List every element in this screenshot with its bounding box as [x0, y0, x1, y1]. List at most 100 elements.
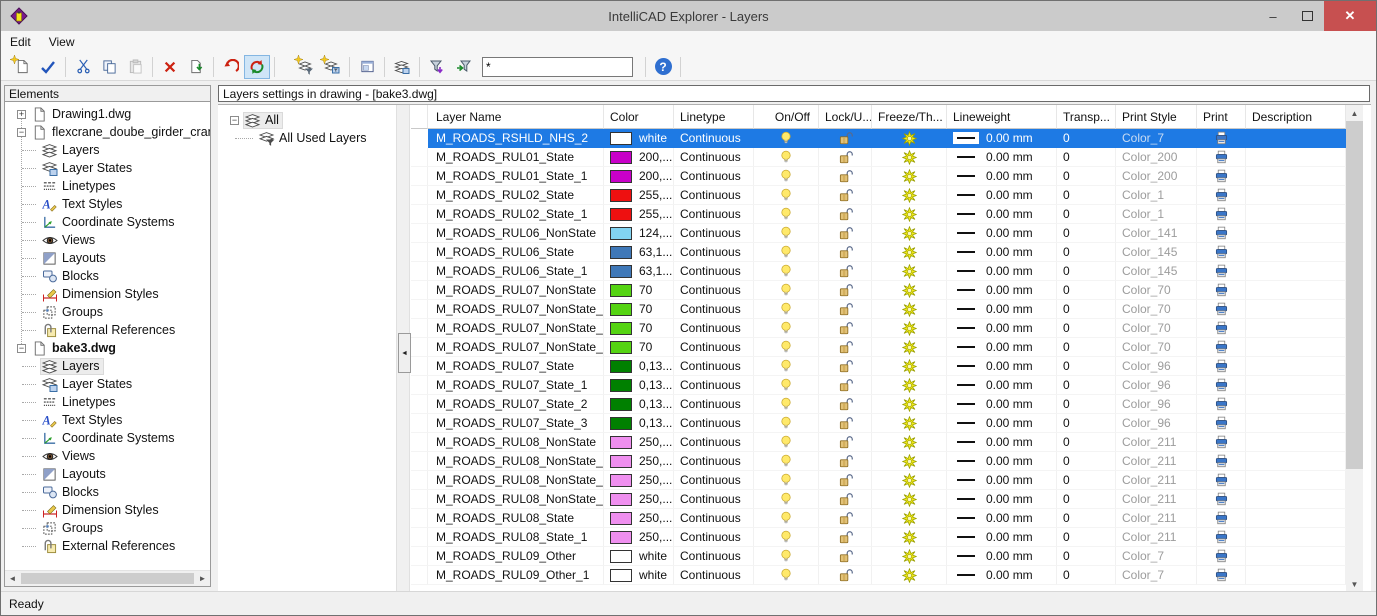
description-cell[interactable] — [1246, 186, 1346, 205]
elements-horizontal-scrollbar[interactable]: ◄ ► — [5, 570, 210, 586]
lock-cell[interactable] — [819, 243, 872, 262]
description-cell[interactable] — [1246, 205, 1346, 224]
lock-cell[interactable] — [819, 471, 872, 490]
filter-tree-item-all[interactable]: −All — [218, 111, 396, 129]
linetype-cell[interactable]: Continuous — [674, 129, 754, 148]
transparency-cell[interactable]: 0 — [1057, 186, 1116, 205]
print-style-cell[interactable]: Color_1 — [1116, 205, 1197, 224]
print-style-cell[interactable]: Color_200 — [1116, 148, 1197, 167]
accept-button[interactable] — [35, 55, 61, 79]
on-off-cell[interactable] — [754, 357, 819, 376]
on-off-cell[interactable] — [754, 319, 819, 338]
layer-row[interactable]: M_ROADS_RSHLD_NHS_2whiteContinuous0.00 m… — [411, 129, 1346, 148]
lineweight-cell[interactable]: 0.00 mm — [947, 547, 1057, 566]
color-cell[interactable]: 70 — [604, 319, 674, 338]
layer-name-cell[interactable]: M_ROADS_RUL07_State_3 — [428, 414, 604, 433]
maximize-button[interactable] — [1290, 1, 1324, 31]
color-cell[interactable]: 250,... — [604, 452, 674, 471]
layer-name-cell[interactable]: M_ROADS_RUL08_NonState_1 — [428, 452, 604, 471]
print-style-cell[interactable]: Color_70 — [1116, 338, 1197, 357]
color-swatch[interactable] — [610, 493, 632, 506]
collapse-icon[interactable]: − — [17, 128, 26, 137]
lock-cell[interactable] — [819, 452, 872, 471]
print-cell[interactable] — [1197, 414, 1246, 433]
lock-cell[interactable] — [819, 129, 872, 148]
linetype-cell[interactable]: Continuous — [674, 300, 754, 319]
layer-name-cell[interactable]: M_ROADS_RUL02_State — [428, 186, 604, 205]
lock-cell[interactable] — [819, 414, 872, 433]
description-cell[interactable] — [1246, 224, 1346, 243]
lock-cell[interactable] — [819, 167, 872, 186]
linetype-cell[interactable]: Continuous — [674, 471, 754, 490]
on-off-cell[interactable] — [754, 395, 819, 414]
print-cell[interactable] — [1197, 357, 1246, 376]
color-swatch[interactable] — [610, 474, 632, 487]
layer-row[interactable]: M_ROADS_RUL07_State0,13...Continuous0.00… — [411, 357, 1346, 376]
tree-item-coordinate-systems[interactable]: Coordinate Systems — [5, 429, 210, 447]
description-cell[interactable] — [1246, 262, 1346, 281]
expand-icon[interactable]: + — [17, 110, 26, 119]
collapse-panel-button[interactable]: ◄ — [398, 333, 411, 373]
tree-item-drawing[interactable]: −bake3.dwg — [5, 339, 210, 357]
undo-button[interactable] — [218, 55, 244, 79]
color-swatch[interactable] — [610, 284, 632, 297]
transparency-cell[interactable]: 0 — [1057, 414, 1116, 433]
transparency-cell[interactable]: 0 — [1057, 205, 1116, 224]
freeze-cell[interactable] — [872, 243, 947, 262]
color-cell[interactable]: 70 — [604, 300, 674, 319]
transparency-cell[interactable]: 0 — [1057, 433, 1116, 452]
tree-item-views[interactable]: Views — [5, 231, 210, 249]
print-style-cell[interactable]: Color_1 — [1116, 186, 1197, 205]
layer-row[interactable]: M_ROADS_RUL02_State_1255,...Continuous0.… — [411, 205, 1346, 224]
print-style-cell[interactable]: Color_96 — [1116, 376, 1197, 395]
linetype-cell[interactable]: Continuous — [674, 186, 754, 205]
on-off-cell[interactable] — [754, 471, 819, 490]
linetype-cell[interactable]: Continuous — [674, 243, 754, 262]
collapse-icon[interactable]: − — [230, 116, 239, 125]
color-swatch[interactable] — [610, 512, 632, 525]
color-swatch[interactable] — [610, 246, 632, 259]
scroll-right-icon[interactable]: ► — [195, 571, 210, 586]
cut-button[interactable] — [70, 55, 96, 79]
layer-row[interactable]: M_ROADS_RUL09_OtherwhiteContinuous0.00 m… — [411, 547, 1346, 566]
color-swatch[interactable] — [610, 398, 632, 411]
lineweight-cell[interactable]: 0.00 mm — [947, 281, 1057, 300]
transparency-cell[interactable]: 0 — [1057, 509, 1116, 528]
layer-row[interactable]: M_ROADS_RUL07_NonState_370Continuous0.00… — [411, 338, 1346, 357]
column-header-lock-unlock[interactable]: Lock/U... — [819, 105, 872, 129]
print-cell[interactable] — [1197, 186, 1246, 205]
app-icon[interactable] — [9, 6, 29, 26]
description-cell[interactable] — [1246, 338, 1346, 357]
linetype-cell[interactable]: Continuous — [674, 281, 754, 300]
layer-name-cell[interactable]: M_ROADS_RUL01_State — [428, 148, 604, 167]
new-group-filter-button[interactable] — [319, 55, 345, 79]
print-cell[interactable] — [1197, 452, 1246, 471]
lock-cell[interactable] — [819, 433, 872, 452]
color-cell[interactable]: 255,... — [604, 186, 674, 205]
print-cell[interactable] — [1197, 148, 1246, 167]
linetype-cell[interactable]: Continuous — [674, 357, 754, 376]
layer-name-cell[interactable]: M_ROADS_RUL08_State — [428, 509, 604, 528]
tree-item-layer-states[interactable]: Layer States — [5, 375, 210, 393]
lineweight-cell[interactable]: 0.00 mm — [947, 224, 1057, 243]
layer-row[interactable]: M_ROADS_RUL01_State200,...Continuous0.00… — [411, 148, 1346, 167]
lineweight-cell[interactable]: 0.00 mm — [947, 433, 1057, 452]
description-cell[interactable] — [1246, 357, 1346, 376]
freeze-cell[interactable] — [872, 338, 947, 357]
linetype-cell[interactable]: Continuous — [674, 376, 754, 395]
layer-row[interactable]: M_ROADS_RUL07_NonState_270Continuous0.00… — [411, 319, 1346, 338]
description-cell[interactable] — [1246, 490, 1346, 509]
transparency-cell[interactable]: 0 — [1057, 471, 1116, 490]
freeze-cell[interactable] — [872, 148, 947, 167]
freeze-cell[interactable] — [872, 490, 947, 509]
layer-row[interactable]: M_ROADS_RUL08_NonState_2250,...Continuou… — [411, 471, 1346, 490]
transparency-cell[interactable]: 0 — [1057, 148, 1116, 167]
layer-name-cell[interactable]: M_ROADS_RUL01_State_1 — [428, 167, 604, 186]
print-style-cell[interactable]: Color_70 — [1116, 281, 1197, 300]
layer-name-cell[interactable]: M_ROADS_RUL06_NonState — [428, 224, 604, 243]
color-swatch[interactable] — [610, 322, 632, 335]
on-off-cell[interactable] — [754, 490, 819, 509]
color-swatch[interactable] — [610, 341, 632, 354]
color-cell[interactable]: 250,... — [604, 471, 674, 490]
on-off-cell[interactable] — [754, 129, 819, 148]
